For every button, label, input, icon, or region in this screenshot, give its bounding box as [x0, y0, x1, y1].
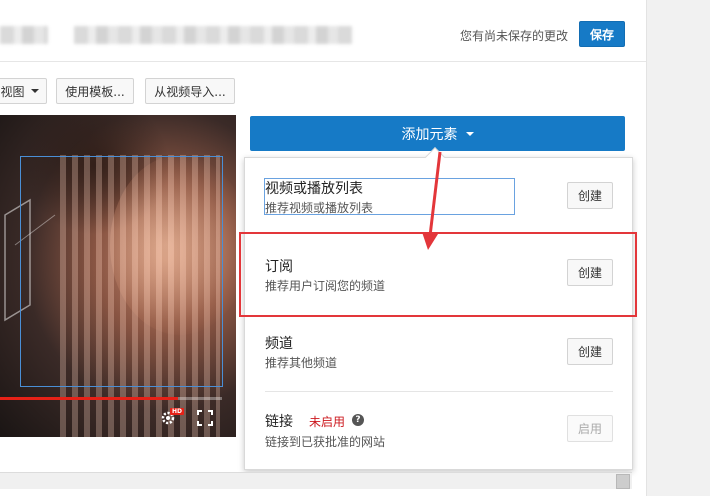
end-screen-element-outline[interactable] — [20, 156, 223, 387]
view-dropdown-label: 视图 — [0, 84, 25, 99]
menu-item-desc-channel: 推荐其他频道 — [265, 356, 338, 370]
add-element-label: 添加元素 — [401, 126, 458, 143]
help-icon[interactable]: ? — [352, 414, 364, 426]
right-gutter — [646, 0, 710, 496]
editor-header: 您有尚未保存的更改 保存 — [0, 0, 646, 62]
chevron-down-icon — [30, 89, 39, 93]
use-template-button[interactable]: 使用模板... — [56, 78, 134, 104]
save-button[interactable]: 保存 — [579, 21, 625, 47]
status-badge: 未启用 — [309, 415, 346, 429]
create-channel-button[interactable]: 创建 — [567, 338, 613, 365]
enable-link-button[interactable]: 启用 — [567, 415, 613, 442]
unsaved-changes-text: 您有尚未保存的更改 — [460, 29, 569, 43]
annotation-highlight-box — [239, 232, 637, 317]
horizontal-scrollbar[interactable] — [0, 472, 632, 489]
menu-item-desc-link: 链接到已获批准的网站 — [265, 435, 386, 449]
video-progress-bar[interactable] — [0, 397, 222, 400]
fullscreen-icon[interactable] — [197, 410, 213, 426]
menu-item-title-channel: 频道 — [265, 336, 293, 352]
blurred-title-part — [0, 26, 48, 44]
menu-divider — [265, 391, 613, 392]
video-preview[interactable]: HD — [0, 115, 236, 437]
hd-badge: HD — [170, 408, 185, 415]
scrollbar-thumb[interactable] — [616, 474, 630, 489]
import-from-video-button[interactable]: 从视频导入... — [145, 78, 235, 104]
chevron-down-icon — [465, 131, 474, 136]
menu-item-title-video-playlist: 视频或播放列表 — [265, 181, 363, 197]
create-video-playlist-button[interactable]: 创建 — [567, 182, 613, 209]
add-element-button[interactable]: 添加元素 — [250, 116, 625, 151]
video-progress-fill — [0, 397, 178, 400]
view-dropdown[interactable]: 视图 — [0, 78, 47, 104]
menu-item-desc-video-playlist: 推荐视频或播放列表 — [265, 201, 374, 215]
blurred-title-part — [74, 26, 352, 44]
menu-item-title-link: 链接 — [265, 414, 293, 430]
